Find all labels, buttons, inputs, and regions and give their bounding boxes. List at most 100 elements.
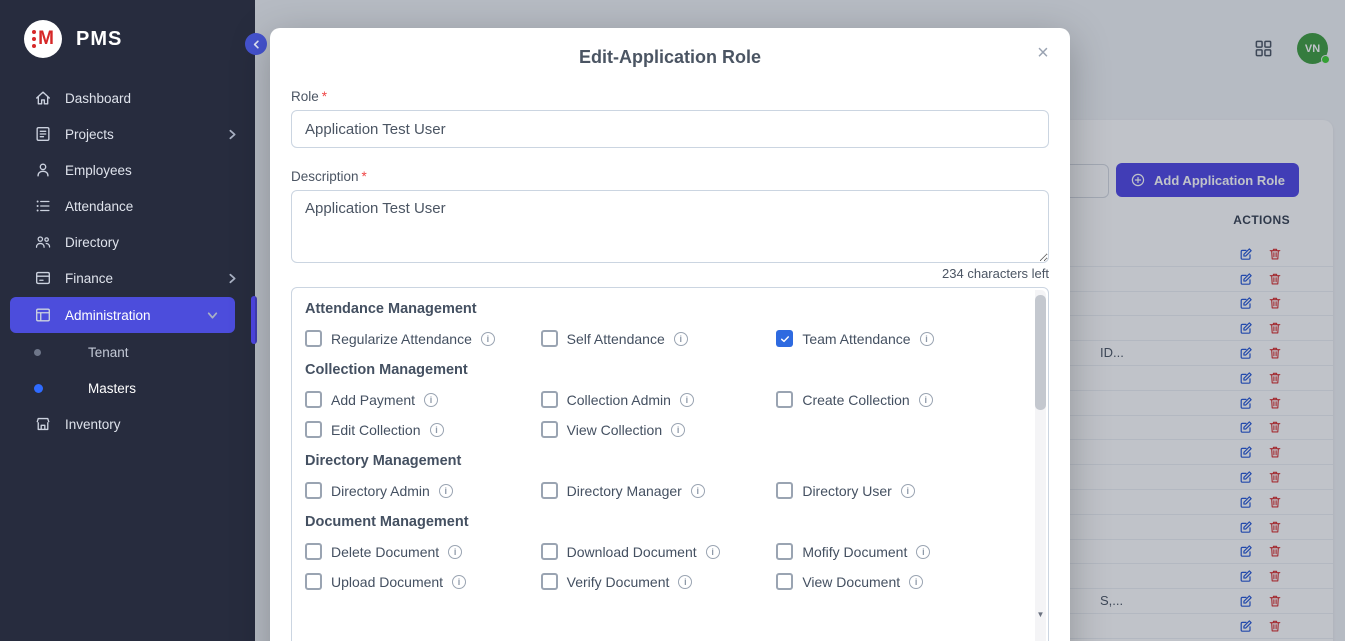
sidebar-item-inventory[interactable]: Inventory bbox=[0, 406, 255, 442]
sidebar-item-dashboard[interactable]: Dashboard bbox=[0, 80, 255, 116]
permission-item: Download Document i bbox=[541, 543, 777, 560]
info-icon[interactable]: i bbox=[430, 423, 444, 437]
finance-icon bbox=[34, 269, 52, 287]
info-icon[interactable]: i bbox=[691, 484, 705, 498]
info-icon[interactable]: i bbox=[916, 545, 930, 559]
required-asterisk: * bbox=[322, 89, 327, 104]
scrollbar-thumb[interactable] bbox=[1035, 295, 1046, 410]
chevron-right-icon bbox=[226, 272, 239, 285]
permission-label: Download Document bbox=[567, 544, 697, 560]
info-icon[interactable]: i bbox=[901, 484, 915, 498]
info-icon[interactable]: i bbox=[448, 545, 462, 559]
permission-group-title: Attendance Management bbox=[305, 301, 1012, 317]
checkbox-delete-document[interactable] bbox=[305, 543, 322, 560]
checkbox-edit-collection[interactable] bbox=[305, 421, 322, 438]
permission-group-title: Document Management bbox=[305, 514, 1012, 530]
checkbox-view-collection[interactable] bbox=[541, 421, 558, 438]
checkbox-team-attendance[interactable] bbox=[776, 330, 793, 347]
bullet-icon bbox=[34, 349, 41, 356]
role-field-label: Role* bbox=[291, 89, 1049, 104]
checkbox-self-attendance[interactable] bbox=[541, 330, 558, 347]
projects-icon bbox=[34, 125, 52, 143]
permission-label: Verify Document bbox=[567, 574, 670, 590]
checkbox-regularize-attendance[interactable] bbox=[305, 330, 322, 347]
description-textarea[interactable]: Application Test User bbox=[291, 190, 1049, 263]
logo-dots bbox=[32, 37, 36, 41]
characters-left-counter: 234 characters left bbox=[291, 266, 1049, 281]
permission-label: Directory Manager bbox=[567, 483, 682, 499]
checkbox-directory-manager[interactable] bbox=[541, 482, 558, 499]
sidebar-item-finance[interactable]: Finance bbox=[0, 260, 255, 296]
permission-label: Mofify Document bbox=[802, 544, 907, 560]
pms-logo-icon: M bbox=[24, 20, 62, 58]
sidebar-collapse-button[interactable] bbox=[245, 33, 267, 55]
permission-label: View Document bbox=[802, 574, 900, 590]
checkbox-download-document[interactable] bbox=[541, 543, 558, 560]
sidebar-item-label: Directory bbox=[65, 235, 119, 250]
info-icon[interactable]: i bbox=[671, 423, 685, 437]
checkbox-directory-admin[interactable] bbox=[305, 482, 322, 499]
checkbox-upload-document[interactable] bbox=[305, 573, 322, 590]
permission-groups: Attendance ManagementRegularize Attendan… bbox=[305, 301, 1012, 590]
info-icon[interactable]: i bbox=[674, 332, 688, 346]
permission-label: Delete Document bbox=[331, 544, 439, 560]
info-icon[interactable]: i bbox=[680, 393, 694, 407]
scrollbar-down-arrow-icon[interactable]: ▼ bbox=[1035, 610, 1046, 619]
info-icon[interactable]: i bbox=[424, 393, 438, 407]
info-icon[interactable]: i bbox=[481, 332, 495, 346]
permission-grid: Delete DocumentiDownload DocumentiMofify… bbox=[305, 543, 1012, 590]
permission-label: Directory Admin bbox=[331, 483, 430, 499]
edit-application-role-modal: Edit-Application Role × Role* Descriptio… bbox=[270, 28, 1070, 641]
checkbox-directory-user[interactable] bbox=[776, 482, 793, 499]
bullet-icon bbox=[34, 384, 43, 393]
sidebar: M PMS Dashboard ProjectsEmployeesAttendan… bbox=[0, 0, 255, 641]
permission-grid: Directory AdminiDirectory ManageriDirect… bbox=[305, 482, 1012, 499]
sidebar-item-directory[interactable]: Directory bbox=[0, 224, 255, 260]
info-icon[interactable]: i bbox=[706, 545, 720, 559]
attendance-icon bbox=[34, 197, 52, 215]
permission-item: View Collectioni bbox=[541, 421, 777, 438]
info-icon[interactable]: i bbox=[919, 393, 933, 407]
sidebar-subitem-label: Masters bbox=[88, 381, 136, 396]
checkbox-view-document[interactable] bbox=[776, 573, 793, 590]
info-icon[interactable]: i bbox=[909, 575, 923, 589]
permission-label: Team Attendance bbox=[802, 331, 910, 347]
info-icon[interactable]: i bbox=[439, 484, 453, 498]
sidebar-item-employees[interactable]: Employees bbox=[0, 152, 255, 188]
role-input[interactable] bbox=[291, 110, 1049, 148]
sidebar-subitem-masters[interactable]: Masters bbox=[0, 370, 255, 406]
permission-item: Team Attendance i bbox=[776, 330, 1012, 347]
checkbox-add-payment[interactable] bbox=[305, 391, 322, 408]
chevron-right-icon bbox=[226, 128, 239, 141]
dashboard-home-icon bbox=[34, 89, 52, 107]
sidebar-item-attendance[interactable]: Attendance bbox=[0, 188, 255, 224]
logo-letter: M bbox=[38, 28, 54, 50]
sidebar-item-projects[interactable]: Projects bbox=[0, 116, 255, 152]
chevron-down-icon bbox=[206, 309, 219, 322]
permission-group-title: Collection Management bbox=[305, 362, 1012, 378]
brand: M PMS bbox=[0, 0, 255, 74]
info-icon[interactable]: i bbox=[452, 575, 466, 589]
permissions-panel: Attendance ManagementRegularize Attendan… bbox=[291, 287, 1049, 641]
role-label-text: Role bbox=[291, 89, 319, 104]
administration-icon bbox=[34, 306, 52, 324]
checkbox-verify-document[interactable] bbox=[541, 573, 558, 590]
sidebar-subitem-label: Tenant bbox=[88, 345, 129, 360]
permission-item: Create Collectioni bbox=[776, 391, 1012, 408]
sidebar-item-label: Dashboard bbox=[65, 91, 131, 106]
permission-label: Self Attendance bbox=[567, 331, 665, 347]
permission-item: Verify Document i bbox=[541, 573, 777, 590]
permission-item: Mofify Document i bbox=[776, 543, 1012, 560]
permission-item: Add Payment i bbox=[305, 391, 541, 408]
checkbox-create-collection[interactable] bbox=[776, 391, 793, 408]
checkbox-collection-admin[interactable] bbox=[541, 391, 558, 408]
permission-item: Directory Admin i bbox=[305, 482, 541, 499]
close-icon[interactable]: × bbox=[1030, 40, 1056, 66]
permission-grid: Add PaymentiCollection AdminiCreate Coll… bbox=[305, 391, 1012, 438]
sidebar-item-administration[interactable]: Administration bbox=[10, 297, 235, 333]
permission-label: Add Payment bbox=[331, 392, 415, 408]
sidebar-subitem-tenant[interactable]: Tenant bbox=[0, 334, 255, 370]
info-icon[interactable]: i bbox=[920, 332, 934, 346]
info-icon[interactable]: i bbox=[678, 575, 692, 589]
checkbox-mofify-document[interactable] bbox=[776, 543, 793, 560]
